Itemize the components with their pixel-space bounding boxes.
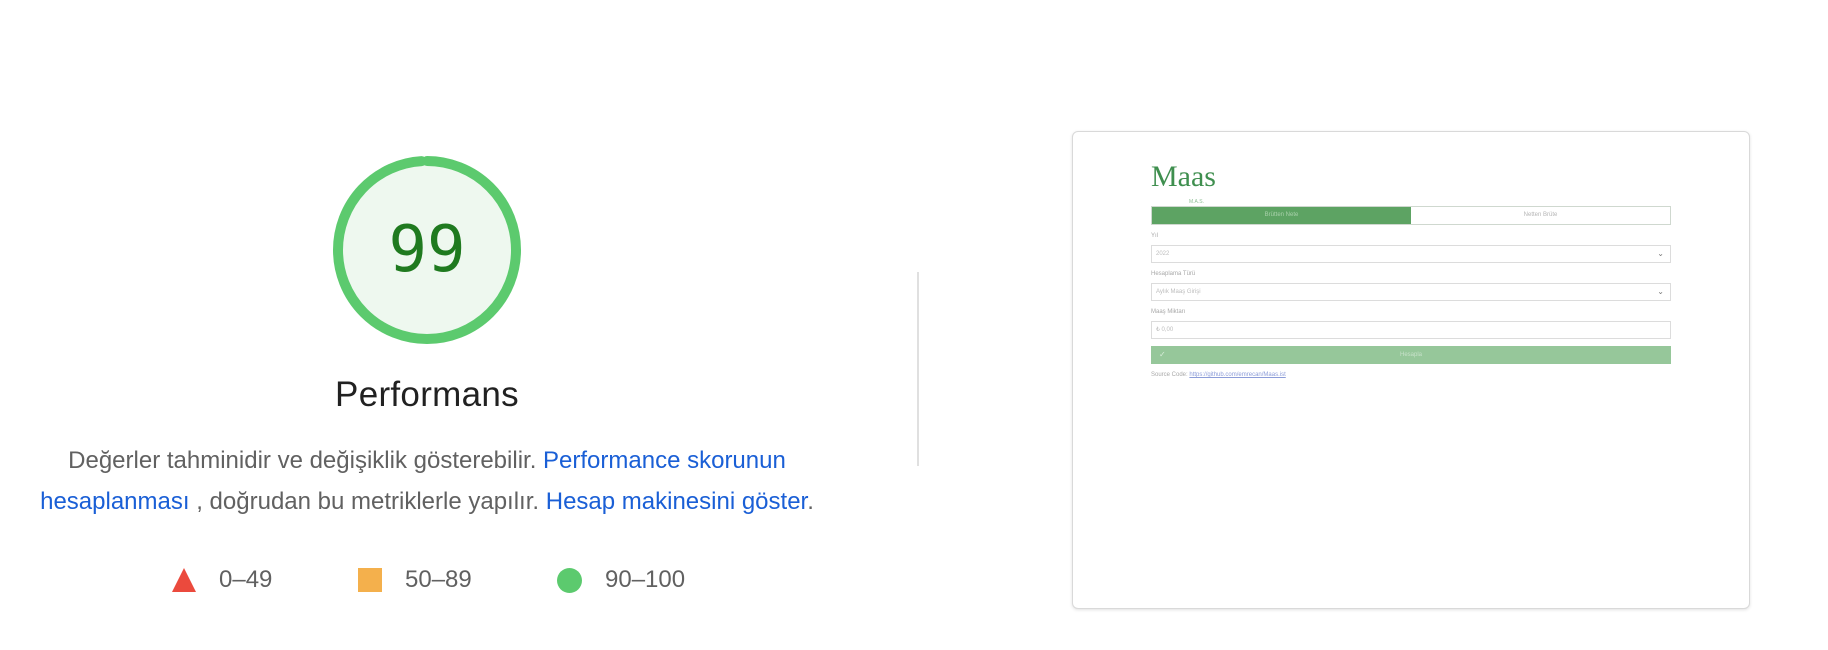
calc-type-select: Aylık Maaş Girişi ⌄ [1151, 283, 1671, 301]
source-code-link: https://github.com/emrecan/Maas.ist [1189, 372, 1286, 378]
year-value: 2022 [1156, 251, 1170, 257]
site-logo: Maas M.A.S. [1151, 160, 1671, 206]
legend-pass-label: 90–100 [605, 566, 686, 593]
score-legend: 0–49 50–89 90–100 [0, 565, 854, 595]
orange-square-icon [358, 568, 382, 592]
amount-value: ₺ 0,00 [1156, 327, 1174, 333]
calc-type-label: Hesaplama Türü [1151, 271, 1196, 277]
category-title: Performans [335, 375, 519, 414]
section-divider [917, 272, 919, 466]
site-logo-text: Maas [1151, 160, 1216, 193]
description-text-1: Değerler tahminidir ve değişiklik göster… [68, 447, 537, 474]
legend-fail: 0–49 [172, 565, 272, 595]
source-prefix: Source Code: [1151, 372, 1188, 378]
show-calculator-link[interactable]: Hesap makinesini göster [546, 488, 807, 515]
performance-gauge[interactable]: 99 [330, 153, 524, 347]
legend-average: 50–89 [358, 565, 472, 595]
description-period: . [807, 488, 814, 515]
amount-input: ₺ 0,00 [1151, 321, 1671, 339]
calculate-button: ✓ Hesapla [1151, 346, 1671, 364]
legend-average-label: 50–89 [405, 566, 472, 593]
legend-pass: 90–100 [557, 565, 685, 595]
final-screenshot[interactable]: Maas M.A.S. Brütten Nete Netten Brüte Yı… [1072, 131, 1750, 609]
chevron-down-icon: ⌄ [1657, 249, 1664, 258]
lighthouse-performance-summary: 99 Performans Değerler tahminidir ve değ… [0, 0, 1828, 650]
chevron-down-icon: ⌄ [1657, 287, 1664, 296]
performance-score: 99 [388, 213, 466, 287]
mode-tabs: Brütten Nete Netten Brüte [1151, 206, 1671, 225]
amount-label: Maaş Miktarı [1151, 309, 1186, 315]
year-select: 2022 ⌄ [1151, 245, 1671, 263]
site-logo-subtitle: M.A.S. [1189, 199, 1205, 205]
source-code-line: Source Code: https://github.com/emrecan/… [1151, 372, 1671, 378]
calculate-button-label: Hesapla [1399, 352, 1422, 358]
check-icon: ✓ [1159, 350, 1166, 359]
tab-net-to-gross: Netten Brüte [1523, 212, 1558, 218]
green-circle-icon [557, 567, 582, 593]
year-label: Yıl [1151, 233, 1159, 239]
screenshot-content: Maas M.A.S. Brütten Nete Netten Brüte Yı… [1151, 162, 1671, 378]
legend-fail-label: 0–49 [219, 566, 273, 593]
red-triangle-icon [172, 568, 196, 592]
score-description: Değerler tahminidir ve değişiklik göster… [20, 440, 834, 522]
calc-type-value: Aylık Maaş Girişi [1156, 289, 1201, 295]
description-text-2: , doğrudan bu metriklerle yapılır. [196, 488, 540, 515]
